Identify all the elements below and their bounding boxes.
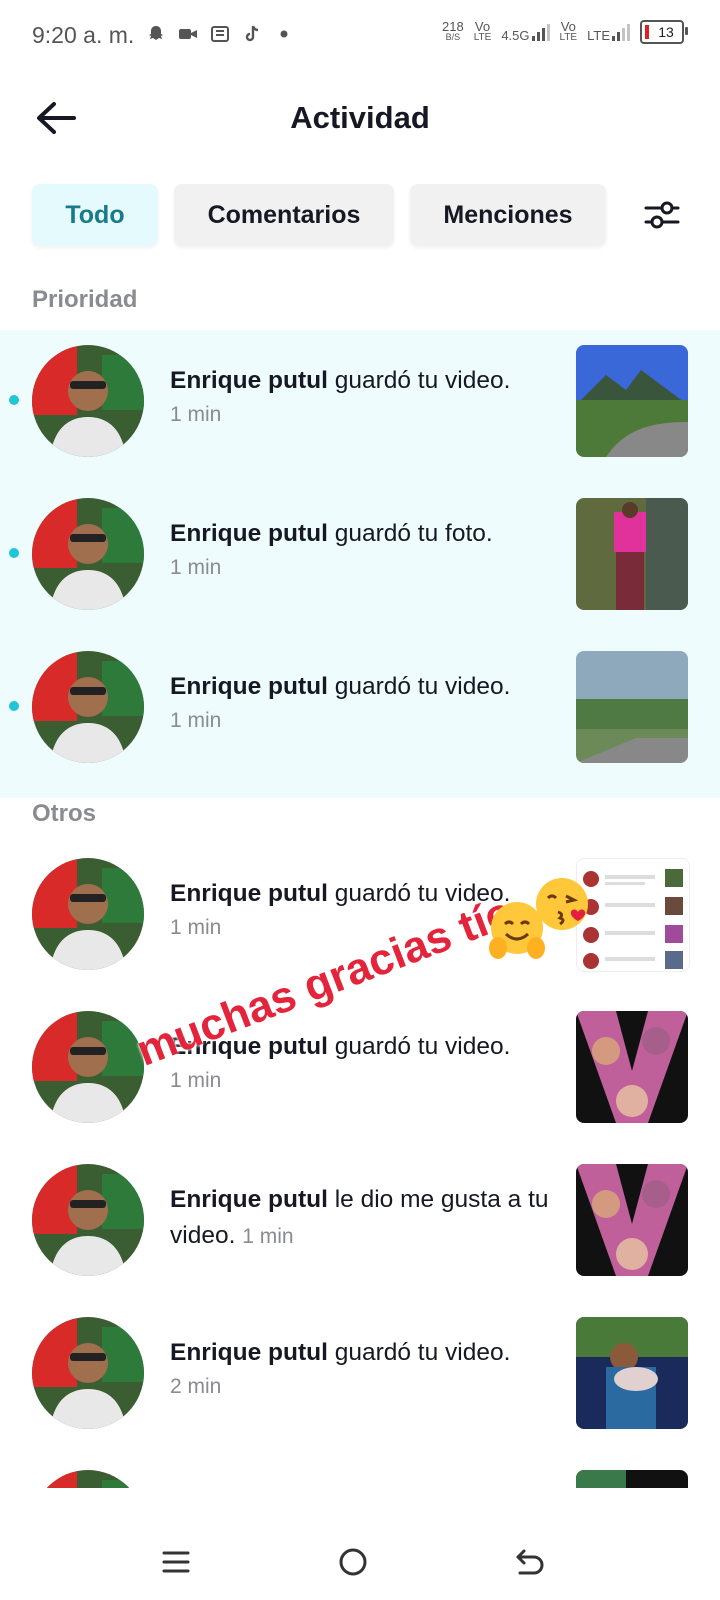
sim1-network: 4.5G — [501, 23, 550, 42]
username[interactable]: Enrique putul — [170, 673, 328, 700]
tab-menciones[interactable]: Menciones — [410, 184, 606, 246]
video-thumbnail[interactable] — [576, 651, 688, 763]
section-label-priority: Prioridad — [32, 286, 138, 313]
notification-text: Enrique putul le dio me gusta a tu video… — [170, 1182, 550, 1255]
app-icon — [210, 24, 230, 44]
more-notifications-dot-icon — [274, 24, 294, 44]
signal-icon — [612, 23, 630, 41]
avatar[interactable] — [32, 1011, 144, 1123]
video-thumbnail[interactable] — [576, 1470, 688, 1488]
username[interactable]: Enrique putul — [170, 880, 328, 907]
username[interactable]: Enrique putul — [170, 367, 328, 394]
tab-comentarios[interactable]: Comentarios — [174, 184, 394, 246]
video-thumbnail[interactable] — [576, 1164, 688, 1276]
status-bar: 9:20 a. m. 218 B/S Vo LTE 4.5G Vo LTE LT… — [0, 0, 720, 72]
notification-row[interactable] — [0, 1448, 720, 1488]
notification-row[interactable]: Enrique putul guardó tu video. 1 min — [0, 989, 720, 1139]
page-title: Actividad — [290, 100, 430, 135]
unread-indicator-icon — [9, 548, 19, 558]
network-speed: 218 B/S — [442, 19, 464, 42]
notification-row[interactable]: Enrique putul le dio me gusta a tu video… — [0, 1142, 720, 1292]
section-label-others: Otros — [32, 800, 97, 827]
video-thumbnail[interactable] — [576, 345, 688, 457]
notification-time: 1 min — [170, 556, 222, 579]
tiktok-icon — [242, 24, 262, 44]
circle-icon — [339, 1548, 367, 1576]
filter-tabs: Todo Comentarios Menciones — [32, 184, 606, 246]
signal-icon — [531, 23, 550, 41]
notification-row[interactable]: Enrique putul guardó tu video. 2 min — [0, 1295, 720, 1445]
avatar[interactable] — [32, 1164, 144, 1276]
notification-text: Enrique putul guardó tu foto. — [170, 516, 550, 552]
sliders-icon — [644, 201, 680, 229]
avatar[interactable] — [32, 1470, 144, 1488]
back-arrow-icon — [516, 1549, 544, 1575]
notification-row[interactable]: Enrique putul guardó tu video. 1 min — [0, 629, 720, 779]
avatar[interactable] — [32, 345, 144, 457]
notification-time: 2 min — [170, 1375, 222, 1398]
notification-time: 1 min — [170, 709, 222, 732]
username[interactable]: Enrique putul — [170, 1339, 328, 1366]
notification-text: Enrique putul guardó tu video. — [170, 669, 550, 705]
status-time: 9:20 a. m. — [32, 22, 135, 48]
home-button[interactable] — [329, 1538, 377, 1586]
notification-time: 1 min — [170, 1069, 222, 1092]
sim2-network: LTE — [587, 23, 630, 42]
notification-text: Enrique putul guardó tu video. — [170, 363, 550, 399]
notification-action: guardó tu video. — [334, 673, 511, 700]
volte-indicator-2: Vo LTE — [559, 19, 578, 43]
header: Actividad — [0, 80, 720, 156]
notification-icons — [146, 24, 294, 44]
recent-apps-button[interactable] — [152, 1538, 200, 1586]
notification-action: guardó tu video. — [334, 1033, 511, 1060]
unread-indicator-icon — [9, 395, 19, 405]
photo-thumbnail[interactable] — [576, 498, 688, 610]
notification-time: 1 min — [242, 1225, 294, 1248]
notification-row[interactable]: Enrique putul guardó tu foto. 1 min — [0, 476, 720, 626]
video-thumbnail[interactable] — [576, 1011, 688, 1123]
system-navigation-bar — [0, 1524, 720, 1600]
avatar[interactable] — [32, 1317, 144, 1429]
kissing-face-icon — [534, 876, 592, 937]
avatar[interactable] — [32, 498, 144, 610]
notification-row[interactable]: Enrique putul guardó tu video. 1 min — [0, 323, 720, 473]
video-thumbnail[interactable] — [576, 1317, 688, 1429]
notification-action: guardó tu foto. — [334, 520, 493, 547]
notification-text: Enrique putul guardó tu video. — [170, 1335, 550, 1371]
back-nav-button[interactable] — [506, 1538, 554, 1586]
tab-todo[interactable]: Todo — [32, 184, 158, 246]
username[interactable]: Enrique putul — [170, 520, 328, 547]
unread-indicator-icon — [9, 701, 19, 711]
snapchat-icon — [146, 24, 166, 44]
battery-icon: 13 — [640, 20, 688, 44]
volte-indicator-1: Vo LTE — [473, 19, 492, 43]
video-icon — [178, 24, 198, 44]
notification-action: guardó tu video. — [334, 367, 511, 394]
avatar[interactable] — [32, 651, 144, 763]
menu-icon — [162, 1551, 190, 1573]
filter-settings-button[interactable] — [638, 192, 686, 238]
system-indicators: 218 B/S Vo LTE 4.5G Vo LTE LTE 13 — [442, 19, 688, 44]
notification-action: guardó tu video. — [334, 1339, 511, 1366]
notification-time: 1 min — [170, 403, 222, 426]
username[interactable]: Enrique putul — [170, 1186, 328, 1213]
video-thumbnail[interactable] — [576, 858, 690, 972]
notification-time: 1 min — [170, 916, 222, 939]
avatar[interactable] — [32, 858, 144, 970]
